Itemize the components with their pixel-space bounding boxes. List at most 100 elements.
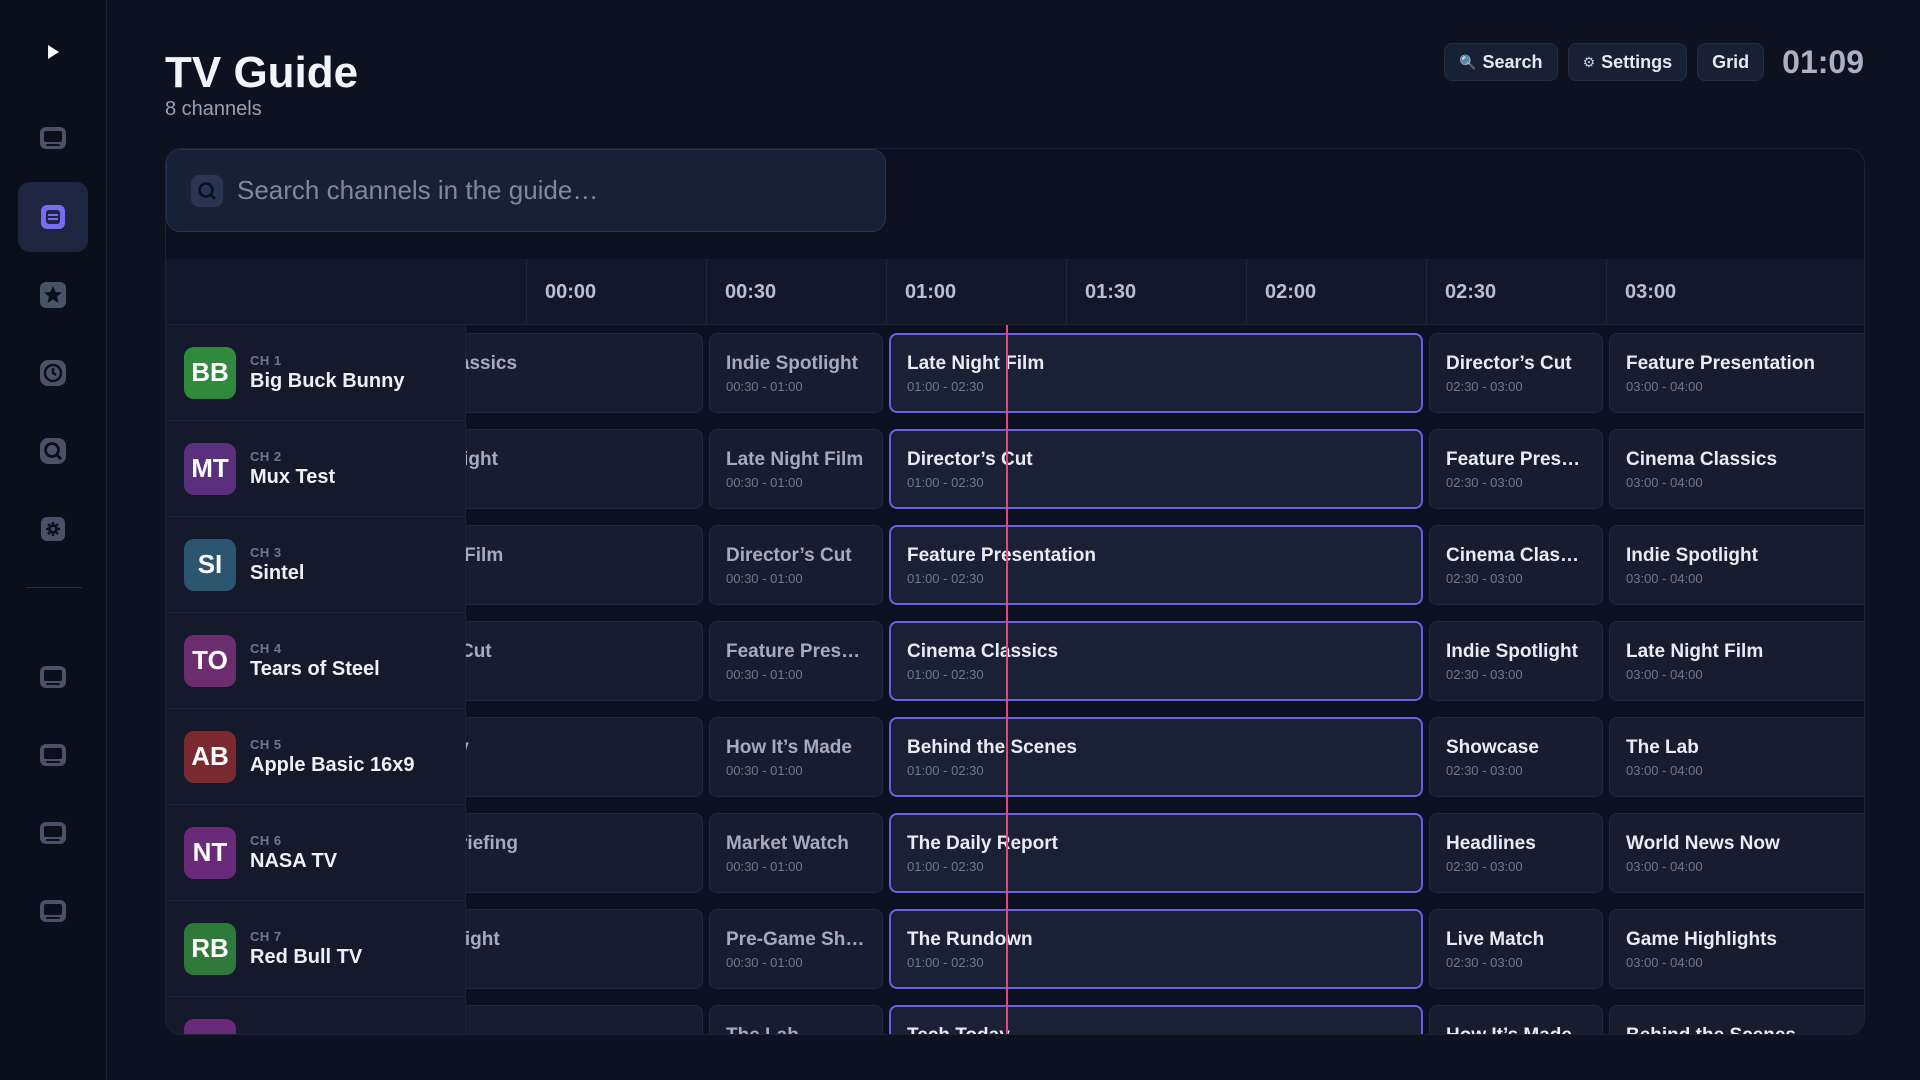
time-slot-label: 01:30 — [1066, 259, 1246, 325]
program-cell[interactable]: Late Night Film 01:00 - 02:30 — [889, 333, 1423, 413]
program-cell[interactable]: How It’s Made02:30 - 03:00 — [1429, 1005, 1603, 1034]
search-nav-button[interactable] — [18, 416, 88, 486]
channel-row[interactable]: RB CH 7 Red Bull TV — [166, 901, 466, 997]
guide-icon — [41, 205, 65, 229]
program-cell[interactable]: Feature Presentation 01:00 - 02:30 — [889, 525, 1423, 605]
program-title: The Rundown — [907, 928, 1033, 950]
program-cell[interactable]: Feature Presentation 02:30 - 03:00 — [1429, 429, 1603, 509]
time-slot-label: 23:30 — [466, 259, 526, 325]
program-cell[interactable]: Feature Presentation 00:30 - 01:00 — [709, 621, 883, 701]
program-cell[interactable]: Late Night Film 23:30 - 00:30 — [466, 525, 703, 605]
program-cell[interactable]: Pre-Game Show 00:30 - 01:00 — [709, 909, 883, 989]
program-cell[interactable]: The Rundown 01:00 - 02:30 — [889, 909, 1423, 989]
program-title: How It’s Made — [726, 736, 852, 758]
program-cell[interactable]: Indie Spotlight 23:30 - 00:30 — [466, 429, 703, 509]
program-cell[interactable]: Cinema Classics 02:30 - 03:00 — [1429, 525, 1603, 605]
program-title: The Daily Report — [907, 832, 1058, 854]
tv-icon — [40, 744, 66, 766]
program-cell[interactable]: Director’s Cut 00:30 - 01:00 — [709, 525, 883, 605]
program-cell[interactable]: Late Night Film 03:00 - 04:00 — [1609, 621, 1864, 701]
program-time: 01:00 - 02:30 — [907, 474, 984, 490]
program-cell[interactable]: Showcase23:30 - 00:30 — [466, 1005, 703, 1035]
grid-button[interactable]: Grid — [1697, 43, 1765, 81]
program-time: 01:00 - 02:30 — [907, 762, 984, 778]
program-cell[interactable]: The Daily Report 01:00 - 02:30 — [889, 813, 1423, 893]
tv-icon — [40, 127, 66, 149]
tv-button[interactable] — [18, 721, 88, 791]
channel-row[interactable]: MT CH 2 Mux Test — [166, 421, 466, 517]
program-cell[interactable]: Behind the Scenes03:00 - 04:00 — [1609, 1005, 1864, 1034]
channel-row[interactable]: SI CH 3 Sintel — [166, 517, 466, 613]
program-title: Showcase — [466, 1025, 686, 1035]
play-button[interactable] — [18, 17, 88, 87]
program-time: 23:30 - 00:30 — [466, 379, 686, 394]
program-cell[interactable]: Cinema Classics 23:30 - 00:30 — [466, 333, 703, 413]
program-cell[interactable]: Director’s Cut 23:30 - 00:30 — [466, 621, 703, 701]
program-cell[interactable]: Feature Presentation 03:00 - 04:00 — [1609, 333, 1864, 413]
program-cell[interactable]: Cinema Classics 01:00 - 02:30 — [889, 621, 1423, 701]
settings-nav-button[interactable] — [18, 494, 88, 564]
program-cell[interactable]: Cinema Classics 03:00 - 04:00 — [1609, 429, 1864, 509]
settings-button[interactable]: ⚙ Settings — [1567, 43, 1688, 81]
channel-avatar: RB — [184, 922, 236, 975]
channel-row[interactable]: NT CH 6 NASA TV — [166, 805, 466, 901]
program-cell[interactable]: Indie Spotlight 00:30 - 01:00 — [709, 333, 883, 413]
program-cell[interactable]: Headlines 02:30 - 03:00 — [1429, 813, 1603, 893]
channel-list: BB CH 1 Big Buck Bunny MT CH 2 Mux Test SI CH 3… — [166, 325, 466, 1034]
gear-icon: ⚙ — [1582, 53, 1596, 70]
channel-row[interactable]: CH 8 — [166, 997, 466, 1034]
program-title: Indie Spotlight — [726, 352, 858, 374]
program-time: 00:30 - 01:00 — [726, 474, 803, 490]
program-cell[interactable]: Morning Briefing 23:30 - 00:30 — [466, 813, 703, 893]
program-time: 01:00 - 02:30 — [907, 378, 984, 394]
program-cell[interactable]: Market Watch 00:30 - 01:00 — [709, 813, 883, 893]
program-time: 01:00 - 02:30 — [907, 570, 984, 586]
program-cell[interactable]: Director’s Cut 02:30 - 03:00 — [1429, 333, 1603, 413]
program-cell[interactable]: Game Highlights 03:00 - 04:00 — [1609, 909, 1864, 989]
channel-row[interactable]: TO CH 4 Tears of Steel — [166, 613, 466, 709]
program-cell[interactable]: Indie Spotlight 02:30 - 03:00 — [1429, 621, 1603, 701]
search-button[interactable]: 🔍 Search — [1444, 43, 1558, 81]
program-time: 02:30 - 03:00 — [1446, 474, 1523, 490]
channel-name: NASA TV — [250, 849, 338, 872]
program-time: 02:30 - 03:00 — [1446, 954, 1523, 970]
channel-name: Red Bull TV — [250, 945, 363, 968]
program-time: 01:00 - 02:30 — [907, 954, 984, 970]
program-time: 01:00 - 02:30 — [907, 858, 984, 874]
program-cell[interactable]: Late Night Film 00:30 - 01:00 — [709, 429, 883, 509]
favorites-button[interactable] — [18, 260, 88, 330]
program-cell[interactable]: Showcase 02:30 - 03:00 — [1429, 717, 1603, 797]
program-title: Indie Spotlight — [466, 448, 498, 470]
channel-number: CH 7 — [250, 928, 282, 944]
program-cell[interactable]: Indie Spotlight 03:00 - 04:00 — [1609, 525, 1864, 605]
program-cell[interactable]: Tech Today 23:30 - 00:30 — [466, 717, 703, 797]
program-cell[interactable]: Director’s Cut 01:00 - 02:30 — [889, 429, 1423, 509]
program-title: Late Night Film — [1626, 640, 1764, 662]
channel-row[interactable]: BB CH 1 Big Buck Bunny — [166, 325, 466, 421]
guide-button[interactable] — [18, 182, 88, 252]
program-cell[interactable]: Live Match 02:30 - 03:00 — [1429, 909, 1603, 989]
tv-button[interactable] — [18, 643, 88, 713]
program-time: 02:30 - 03:00 — [1446, 666, 1523, 682]
guide-search[interactable] — [166, 149, 886, 232]
channel-row[interactable]: AB CH 5 Apple Basic 16x9 — [166, 709, 466, 805]
program-cell[interactable]: Behind the Scenes 01:00 - 02:30 — [889, 717, 1423, 797]
history-button[interactable] — [18, 338, 88, 408]
search-input[interactable] — [237, 175, 837, 206]
program-time: 00:30 - 01:00 — [726, 378, 803, 394]
tv-button[interactable] — [18, 104, 88, 174]
settings-icon — [41, 517, 65, 541]
program-time: 03:00 - 04:00 — [1626, 570, 1703, 586]
tv-button[interactable] — [18, 799, 88, 869]
channel-name: Mux Test — [250, 465, 336, 488]
program-time: 03:00 - 04:00 — [1626, 858, 1703, 874]
program-cell[interactable]: How It’s Made 00:30 - 01:00 — [709, 717, 883, 797]
program-time: 02:30 - 03:00 — [1446, 762, 1523, 778]
tv-button[interactable] — [18, 877, 88, 947]
program-title: Cinema Classics — [907, 640, 1059, 662]
program-cell[interactable]: Sports Tonight 23:30 - 00:30 — [466, 909, 703, 989]
program-cell[interactable]: The Lab 03:00 - 04:00 — [1609, 717, 1864, 797]
program-cell[interactable]: World News Now 03:00 - 04:00 — [1609, 813, 1864, 893]
program-cell[interactable]: The Lab00:30 - 01:00 — [709, 1005, 883, 1034]
program-cell[interactable]: Tech Today01:00 - 02:30 — [889, 1005, 1423, 1034]
